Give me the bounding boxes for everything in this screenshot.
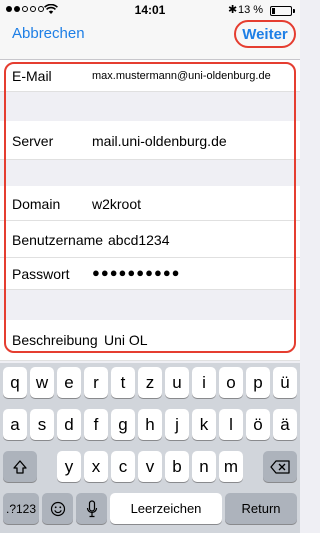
battery-percentage: 13 %	[238, 4, 264, 16]
username-field[interactable]: abcd1234	[108, 232, 170, 248]
key-b[interactable]: b	[165, 451, 189, 482]
navigation-bar: Abbrechen Weiter	[0, 20, 300, 60]
key-m[interactable]: m	[219, 451, 243, 482]
key-l[interactable]: l	[219, 409, 243, 440]
key-k[interactable]: k	[192, 409, 216, 440]
key-t[interactable]: t	[111, 367, 135, 398]
key-i[interactable]: i	[192, 367, 216, 398]
key-o[interactable]: o	[219, 367, 243, 398]
server-label: Server	[12, 133, 54, 149]
server-field[interactable]: mail.uni-oldenburg.de	[92, 133, 227, 149]
username-label: Benutzername	[12, 232, 104, 248]
space-key[interactable]: Leerzeichen	[110, 493, 222, 524]
key-d[interactable]: d	[57, 409, 81, 440]
key-y[interactable]: y	[57, 451, 81, 482]
email-field[interactable]: max.mustermann@uni-oldenburg.de	[92, 70, 271, 82]
emoji-key[interactable]	[42, 493, 73, 524]
backspace-icon	[270, 459, 290, 474]
microphone-icon	[86, 499, 97, 517]
battery-icon	[270, 6, 292, 16]
backspace-key[interactable]	[263, 451, 297, 482]
key-s[interactable]: s	[30, 409, 54, 440]
key-q[interactable]: q	[3, 367, 27, 398]
email-label: E-Mail	[12, 68, 52, 84]
description-label: Beschreibung	[12, 332, 98, 348]
key-u[interactable]: u	[165, 367, 189, 398]
microphone-key[interactable]	[76, 493, 107, 524]
key-v[interactable]: v	[138, 451, 162, 482]
shift-icon	[13, 459, 27, 474]
account-form: E-Mail max.mustermann@uni-oldenburg.de S…	[0, 60, 300, 363]
emoji-icon	[50, 501, 65, 516]
key-a[interactable]: a	[3, 409, 27, 440]
description-row[interactable]: Beschreibung Uni OL	[0, 320, 300, 361]
server-row[interactable]: Server mail.uni-oldenburg.de	[0, 121, 300, 160]
key-r[interactable]: r	[84, 367, 108, 398]
description-field[interactable]: Uni OL	[104, 332, 148, 348]
key-ae[interactable]: ä	[273, 409, 297, 440]
key-w[interactable]: w	[30, 367, 54, 398]
next-button[interactable]: Weiter	[234, 20, 296, 48]
key-e[interactable]: e	[57, 367, 81, 398]
domain-row[interactable]: Domain w2kroot	[0, 186, 300, 221]
key-x[interactable]: x	[84, 451, 108, 482]
password-row[interactable]: Passwort ●●●●●●●●●●	[0, 258, 300, 290]
key-c[interactable]: c	[111, 451, 135, 482]
battery-tip	[293, 9, 295, 13]
key-j[interactable]: j	[165, 409, 189, 440]
key-ue[interactable]: ü	[273, 367, 297, 398]
key-p[interactable]: p	[246, 367, 270, 398]
return-key[interactable]: Return	[225, 493, 297, 524]
password-label: Passwort	[12, 266, 70, 282]
key-z[interactable]: z	[138, 367, 162, 398]
key-g[interactable]: g	[111, 409, 135, 440]
domain-label: Domain	[12, 196, 61, 212]
status-bar: 14:01 ✱ 13 %	[0, 0, 300, 20]
username-row[interactable]: Benutzername abcd1234	[0, 221, 300, 258]
keyboard: q w e r t z u i o p ü a s d f g h j k l …	[0, 363, 300, 533]
key-oe[interactable]: ö	[246, 409, 270, 440]
shift-key[interactable]	[3, 451, 37, 482]
cancel-button[interactable]: Abbrechen	[12, 25, 85, 42]
key-n[interactable]: n	[192, 451, 216, 482]
password-field[interactable]: ●●●●●●●●●●	[92, 265, 181, 280]
email-row[interactable]: E-Mail max.mustermann@uni-oldenburg.de	[0, 60, 300, 92]
domain-field[interactable]: w2kroot	[92, 196, 141, 212]
numbers-key[interactable]: .?123	[3, 493, 39, 524]
bluetooth-icon: ✱	[228, 4, 238, 16]
key-h[interactable]: h	[138, 409, 162, 440]
key-f[interactable]: f	[84, 409, 108, 440]
